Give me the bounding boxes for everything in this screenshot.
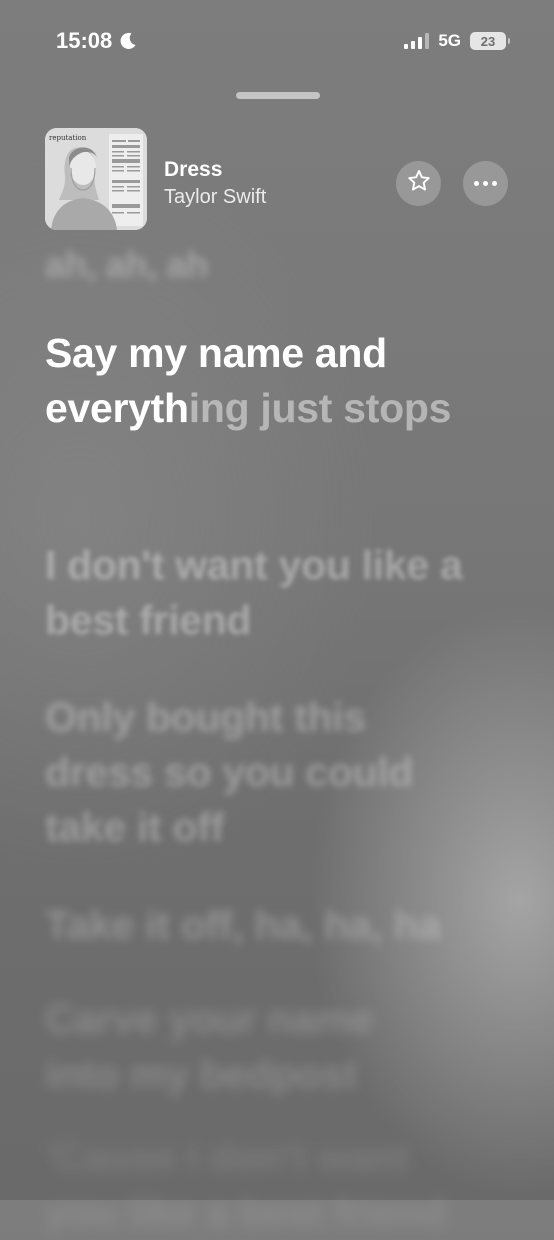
lyric-line-previous[interactable]: ah, ah, ah	[45, 240, 208, 290]
clock-label: 15:08	[56, 28, 113, 53]
lyric-line-next[interactable]: Take it off, ha, ha, ha	[45, 898, 485, 953]
album-artwork[interactable]: reputation	[45, 128, 147, 230]
status-time: 15:08	[56, 28, 138, 54]
star-icon	[406, 168, 432, 199]
status-bar: 15:08 5G 23	[0, 0, 554, 86]
album-cover-title: reputation	[49, 134, 87, 142]
now-playing-header: reputation Dress Taylor Swift	[45, 128, 509, 230]
battery-icon: 23	[470, 32, 510, 50]
song-artist[interactable]: Taylor Swift	[164, 186, 266, 209]
lyric-line-next[interactable]: 'Cause I don't want you like a best frie…	[45, 1130, 485, 1240]
ellipsis-icon	[474, 181, 497, 186]
more-options-button[interactable]	[463, 161, 508, 206]
lyric-line-next[interactable]: I don't want you like a best friend	[45, 538, 485, 648]
status-indicators: 5G 23	[404, 31, 510, 51]
lyric-line-next[interactable]: Only bought this dress so you could take…	[45, 690, 475, 855]
lyric-unsung-part: ing just stops	[188, 385, 452, 431]
favorite-button[interactable]	[396, 161, 441, 206]
sheet-grabber-handle[interactable]	[236, 92, 320, 99]
song-title[interactable]: Dress	[164, 158, 222, 182]
network-label: 5G	[438, 31, 461, 50]
lyric-line-next[interactable]: Carve your name into my bedpost	[45, 992, 445, 1102]
moon-icon	[118, 31, 138, 51]
signal-icon	[404, 33, 430, 49]
battery-level: 23	[480, 33, 496, 49]
lyric-line-current[interactable]: Say my name and everything just stops	[45, 326, 475, 436]
